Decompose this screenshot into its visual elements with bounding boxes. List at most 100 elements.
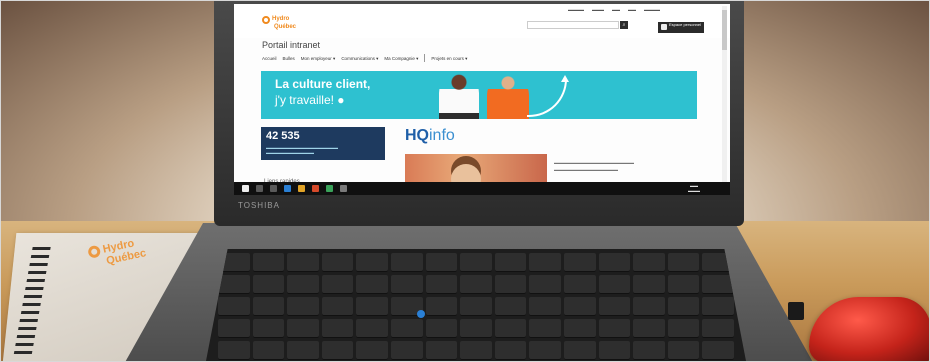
search-icon[interactable] (256, 185, 263, 192)
keyboard-key (460, 275, 492, 294)
task-view-icon[interactable] (270, 185, 277, 192)
start-icon[interactable] (242, 185, 249, 192)
stat-card[interactable]: 42 535 ▬▬▬▬▬▬▬▬▬▬▬▬▬▬▬▬▬▬ ▬▬▬▬▬▬▬▬▬▬▬▬ (261, 127, 385, 160)
logo-line1: Hydro (272, 16, 290, 22)
keyboard-key (321, 319, 354, 338)
keyboard-key (667, 253, 700, 272)
top-link[interactable]: ▬▬ (612, 7, 620, 12)
banner-arrowhead-icon (561, 75, 569, 82)
folder-icon[interactable] (298, 185, 305, 192)
keyboard-key (598, 275, 631, 294)
keyboard-key (218, 341, 250, 360)
scrollbar-thumb[interactable] (722, 10, 727, 50)
top-link[interactable]: ▬▬▬▬ (568, 7, 584, 12)
top-link[interactable]: ▬▬▬ (592, 7, 604, 12)
page-title: Portail intranet (262, 40, 321, 50)
search-input[interactable] (527, 21, 619, 29)
keyboard-key (287, 253, 319, 272)
photo: Hydro Québec TOSHIBA Hydro Québec ▬▬▬▬ ▬▬▬ ▬… (0, 0, 930, 362)
laptop-brand: TOSHIBA (238, 201, 280, 210)
banner-headline: La culture client, (275, 77, 371, 91)
hqinfo-title: HQinfo (405, 127, 455, 145)
keyboard-key (494, 319, 527, 338)
search-icon[interactable]: ⌕ (620, 21, 628, 29)
keyboard-key (356, 253, 388, 272)
keyboard-key (252, 319, 285, 338)
keyboard-key (633, 275, 665, 294)
stat-description: ▬▬▬▬▬▬▬▬▬▬▬▬▬▬▬▬▬▬ ▬▬▬▬▬▬▬▬▬▬▬▬ (266, 145, 338, 155)
top-link[interactable]: ▬▬ (628, 7, 636, 12)
account-button[interactable]: Espace personnel (658, 22, 704, 33)
keyboard-key (598, 297, 631, 316)
keyboard-key (633, 297, 665, 316)
keyboard-key (356, 341, 388, 360)
news-list: ▬▬▬▬▬▬▬▬▬▬▬▬▬▬▬▬▬▬▬▬ ▬▬▬▬▬▬▬▬▬▬▬▬▬▬▬▬ (554, 159, 704, 173)
app-icon[interactable] (340, 185, 347, 192)
logo-line2: Québec (274, 24, 297, 30)
keyboard-key (633, 341, 665, 360)
laptop-screen: Hydro Québec ▬▬▬▬ ▬▬▬ ▬▬ ▬▬ ▬▬▬▬ ⌕ Espace per… (234, 4, 730, 195)
chrome-icon[interactable] (326, 185, 333, 192)
banner-arrow-icon (527, 79, 567, 117)
keyboard-key (529, 319, 561, 338)
keyboard-key (252, 297, 285, 316)
keyboard-key (529, 275, 561, 294)
keyboard-key (598, 341, 631, 360)
usb-receiver (788, 302, 804, 320)
keyboard-key (529, 253, 561, 272)
keyboard-key (321, 275, 354, 294)
edge-icon[interactable] (284, 185, 291, 192)
keyboard-key (287, 341, 319, 360)
nav-item[interactable]: Projets en cours ▾ (431, 56, 467, 63)
keyboard-key (494, 341, 527, 360)
taskbar-clock[interactable]: ▬▬ ▬▬▬ (688, 183, 700, 193)
keyboard-key (218, 319, 250, 338)
keyboard-key (425, 341, 458, 360)
account-label: Espace personnel (669, 22, 702, 27)
keyboard-key (494, 297, 527, 316)
news-item[interactable]: ▬▬▬▬▬▬▬▬▬▬▬▬▬▬▬▬▬▬▬▬ (554, 159, 704, 166)
keyboard-key (494, 253, 527, 272)
keyboard-key (321, 297, 354, 316)
banner-person-man (487, 75, 529, 119)
keyboard-key (494, 275, 527, 294)
keyboard-key (667, 319, 700, 338)
keyboard-key (391, 319, 423, 338)
nav-item[interactable]: Bulles (283, 56, 295, 63)
top-link[interactable]: ▬▬▬▬ (644, 7, 660, 12)
nav-item[interactable]: Accueil (262, 56, 277, 63)
keyboard-key (252, 275, 285, 294)
nav-item[interactable]: Communications ▾ (341, 56, 378, 63)
hero-banner[interactable]: La culture client, j'y travaille! ● (261, 71, 697, 119)
keyboard-key (218, 275, 250, 294)
keyboard-key (598, 319, 631, 338)
nav-item[interactable]: Mon employeur ▾ (301, 56, 336, 63)
keyboard-key (460, 341, 492, 360)
keyboard-key (564, 297, 596, 316)
nav-item[interactable]: Ma Compagnie ▾ (384, 56, 418, 63)
keyboard-key (425, 253, 458, 272)
keyboard-key (529, 297, 561, 316)
news-item[interactable]: ▬▬▬▬▬▬▬▬▬▬▬▬▬▬▬▬ (554, 166, 704, 173)
keyboard-key (702, 341, 734, 360)
keyboard-key (252, 253, 285, 272)
wireless-mouse (809, 297, 929, 361)
keyboard-key (633, 319, 665, 338)
laptop-keyboard (206, 249, 746, 361)
hqinfo-title-rest: info (429, 127, 455, 144)
app-icon[interactable] (312, 185, 319, 192)
top-links: ▬▬▬▬ ▬▬▬ ▬▬ ▬▬ ▬▬▬▬ (568, 7, 660, 12)
keyboard-key (391, 341, 423, 360)
keyboard-key (287, 319, 319, 338)
keyboard-key (702, 275, 734, 294)
keyboard-keys (218, 253, 734, 361)
keyboard-key (460, 319, 492, 338)
keyboard-key (356, 275, 388, 294)
keyboard-key (287, 297, 319, 316)
hqinfo-title-bold: HQ (405, 127, 429, 144)
keyboard-key (598, 253, 631, 272)
keyboard-key (667, 275, 700, 294)
hydro-quebec-logo-icon (262, 16, 270, 24)
keyboard-key (218, 297, 250, 316)
keyboard-key (425, 275, 458, 294)
